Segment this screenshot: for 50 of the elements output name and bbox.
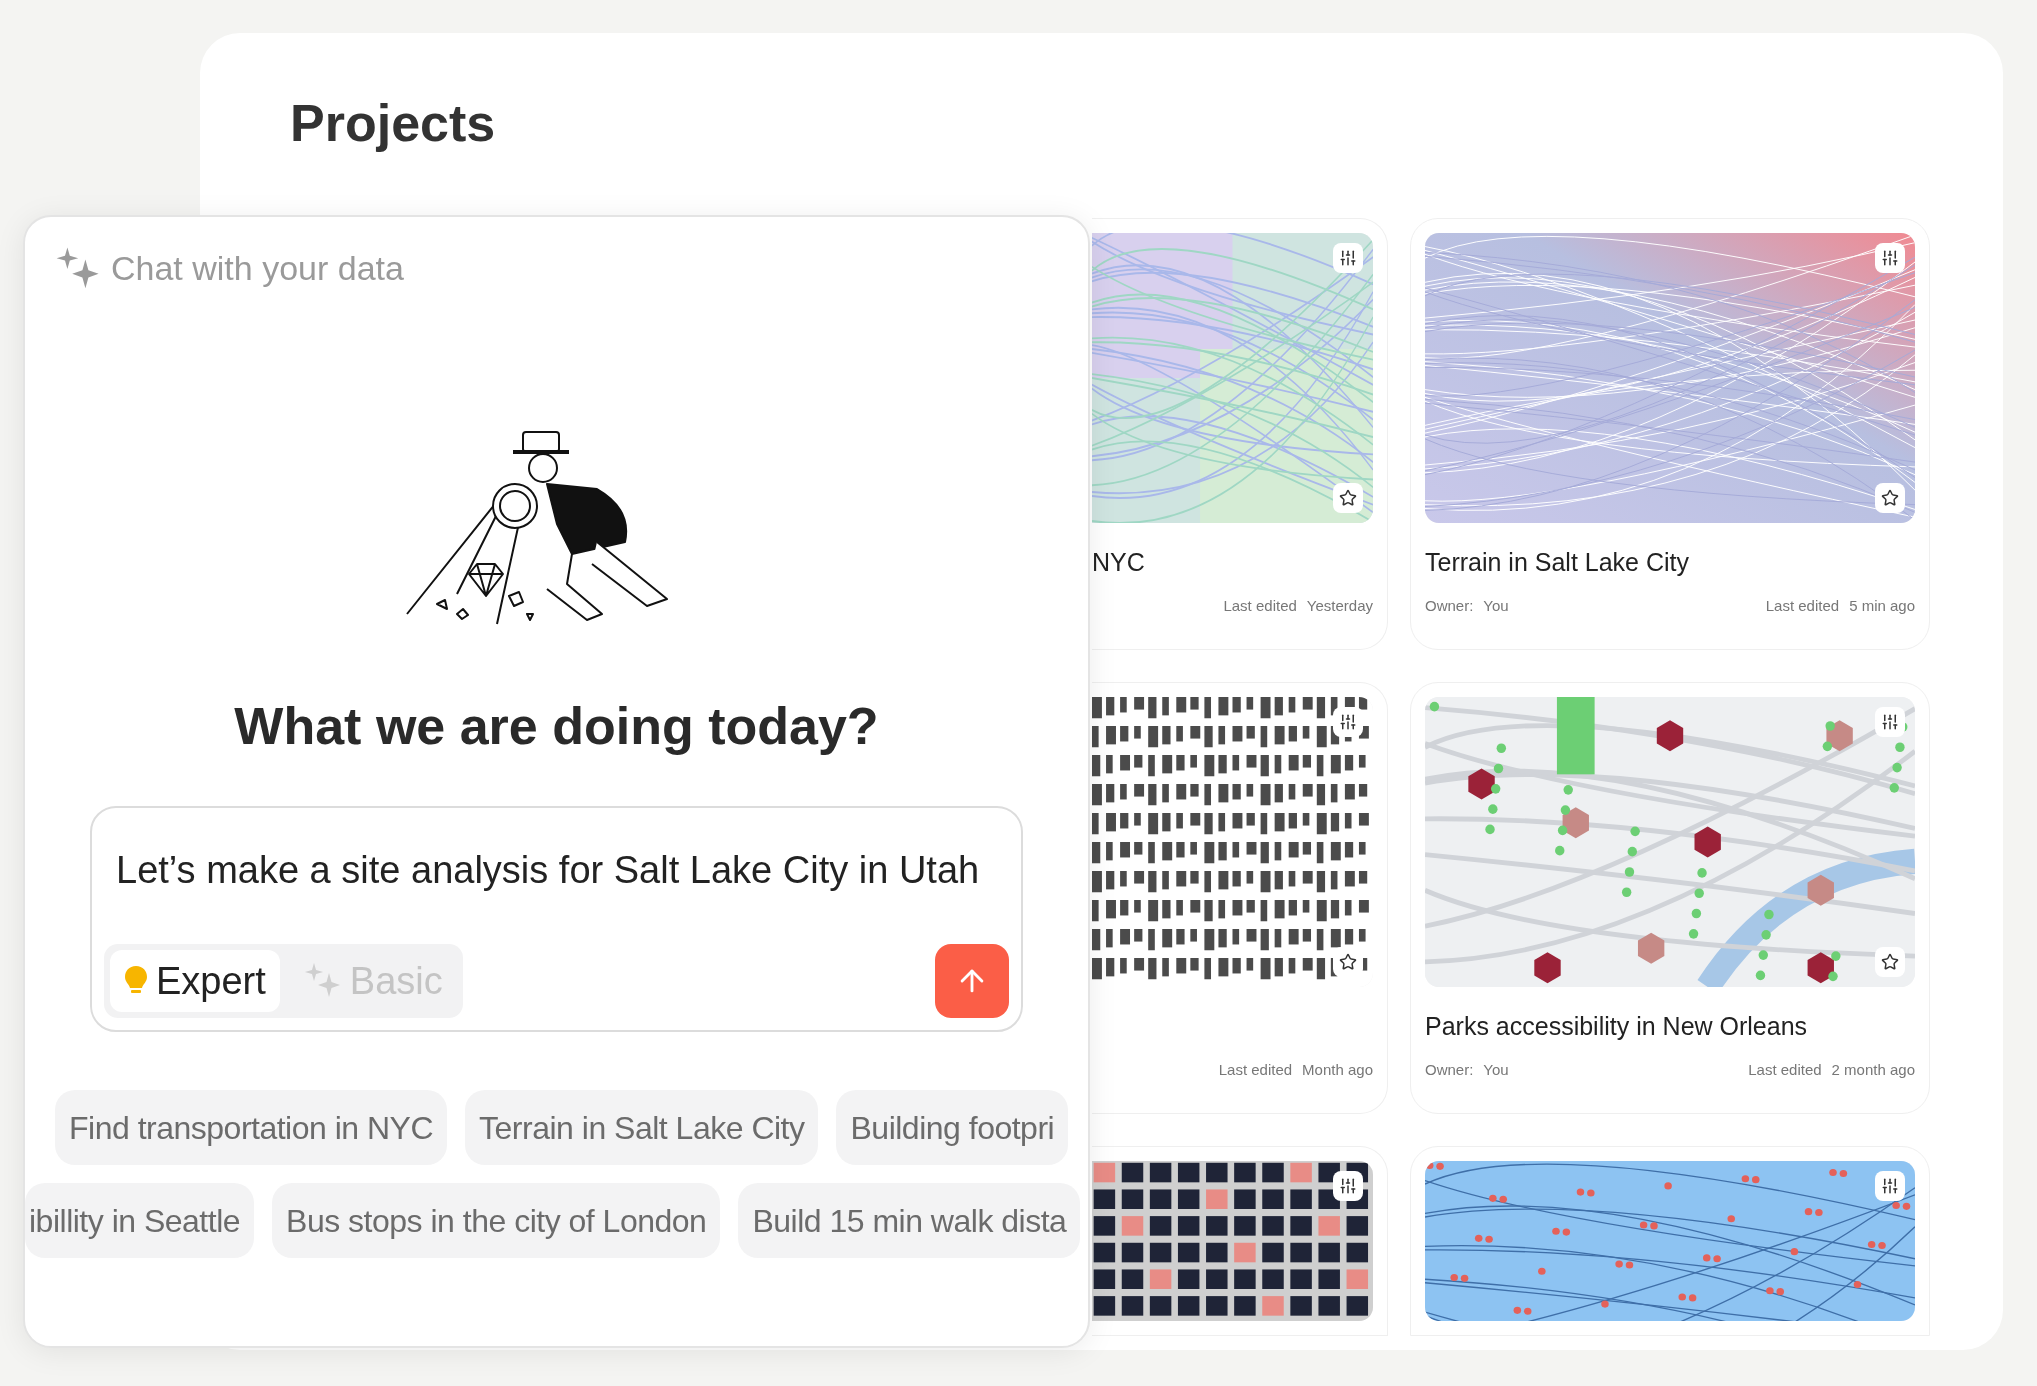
suggestion-chip[interactable]: Bus stops in the city of London [272, 1183, 721, 1258]
star-icon [1339, 953, 1357, 971]
edited-label: Last edited [1223, 596, 1297, 616]
project-title: NYC [1092, 547, 1145, 579]
project-card[interactable]: NYC Last edited Yesterday [1092, 218, 1388, 650]
suggestion-chip[interactable]: Find transportation in NYC [55, 1090, 448, 1165]
sliders-icon [1339, 249, 1357, 267]
edited-label: Last edited [1218, 1060, 1293, 1080]
owner-label: Owner: [1425, 596, 1474, 616]
settings-button[interactable] [1333, 243, 1363, 273]
edited-time: Yesterday [1306, 596, 1373, 616]
edited-time: Month ago [1302, 1060, 1373, 1080]
owner-label: Owner: [1425, 1060, 1474, 1080]
sliders-icon [1881, 249, 1899, 267]
edited-time: 2 month ago [1831, 1060, 1915, 1080]
page-title: Projects [290, 93, 496, 154]
project-card[interactable]: Parks accessibility in New Orleans Owner: You Last edited 2 month ago [1410, 682, 1930, 1114]
project-card[interactable]: Last edited Month ago [1092, 682, 1388, 1114]
edited-label: Last edited [1765, 596, 1840, 616]
star-icon [1881, 953, 1899, 971]
suggestion-chip[interactable]: Build 15 min walk dista [738, 1183, 1081, 1258]
owner-name: You [1483, 596, 1509, 616]
sliders-icon [1339, 713, 1357, 731]
owner-name: You [1483, 1060, 1509, 1080]
suggestion-chip[interactable]: Terrain in Salt Lake City [465, 1090, 819, 1165]
sliders-icon [1339, 1177, 1357, 1195]
sliders-icon [1881, 1177, 1899, 1195]
sliders-icon [1881, 713, 1899, 731]
star-icon [1339, 489, 1357, 507]
project-title: Terrain in Salt Lake City [1425, 547, 1689, 579]
edited-label: Last edited [1748, 1060, 1822, 1080]
star-icon [1881, 489, 1899, 507]
settings-button[interactable] [1875, 1171, 1905, 1201]
settings-button[interactable] [1875, 243, 1905, 273]
project-card[interactable] [1092, 1146, 1388, 1336]
chat-header: Chat with your data [111, 248, 404, 289]
favorite-button[interactable] [1875, 483, 1905, 513]
settings-button[interactable] [1875, 707, 1905, 737]
suggestion-chip[interactable]: Building footpri [836, 1090, 1069, 1165]
project-title: Parks accessibility in New Orleans [1425, 1011, 1808, 1043]
settings-button[interactable] [1333, 707, 1363, 737]
send-button[interactable] [935, 944, 1009, 1018]
edited-time: 5 min ago [1849, 596, 1915, 616]
mode-option[interactable]: Expert [110, 950, 280, 1012]
chat-heading: What we are doing today? [233, 696, 880, 757]
favorite-button[interactable] [1875, 947, 1905, 977]
project-card[interactable]: Terrain in Salt Lake City Owner: You Last edited 5 min ago [1410, 218, 1930, 650]
settings-button[interactable] [1333, 1171, 1363, 1201]
suggestion-chip[interactable]: ibillity in Seattle [25, 1183, 255, 1258]
favorite-button[interactable] [1333, 483, 1363, 513]
